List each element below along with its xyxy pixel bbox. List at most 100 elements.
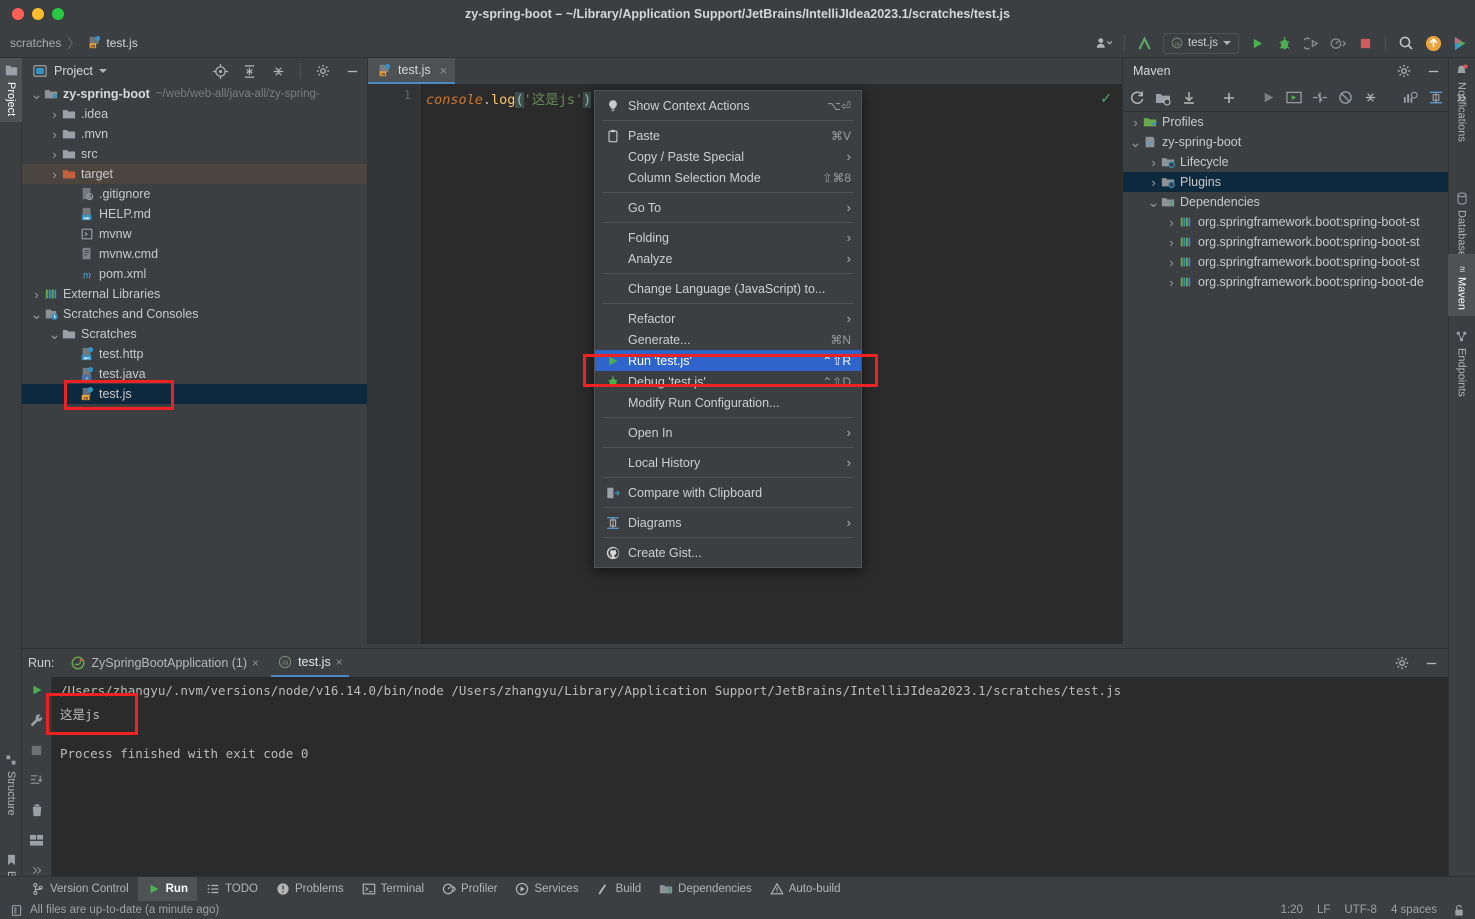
project-tree-row[interactable]: ⌄ Scratches (22, 324, 367, 344)
project-tree-row[interactable]: › .idea (22, 104, 367, 124)
close-icon[interactable]: × (336, 655, 343, 669)
bottom-bar-button-build[interactable]: Build (588, 877, 651, 902)
tree-expand-arrow[interactable]: › (1165, 236, 1178, 249)
stop-button[interactable] (1356, 34, 1374, 52)
project-tree-row[interactable]: ⌄ Scratches and Consoles (22, 304, 367, 324)
maven-tree-row[interactable]: ⌄ Dependencies (1123, 192, 1448, 212)
menu-item-compare-with-clipboard[interactable]: Compare with Clipboard (595, 482, 861, 503)
stripe-button-structure[interactable]: Structure (0, 748, 22, 822)
menu-item-paste[interactable]: Paste ⌘V (595, 125, 861, 146)
show-diagram-icon[interactable] (1428, 89, 1444, 107)
hide-panel-icon[interactable] (1422, 654, 1440, 672)
run-button[interactable] (1248, 34, 1266, 52)
user-accounts-icon[interactable] (1095, 34, 1113, 52)
gear-icon[interactable] (1395, 62, 1413, 80)
tree-expand-arrow[interactable]: ⌄ (1147, 195, 1160, 209)
menu-item-column-selection-mode[interactable]: Column Selection Mode ⇧⌘8 (595, 167, 861, 188)
maximize-window-button[interactable] (52, 8, 64, 20)
soft-wrap-icon[interactable] (28, 771, 46, 789)
menu-item-go-to[interactable]: Go To › (595, 197, 861, 218)
tree-expand-arrow[interactable]: ⌄ (1129, 135, 1142, 149)
file-encoding[interactable]: UTF-8 (1344, 904, 1377, 916)
rerun-icon[interactable] (28, 681, 46, 699)
bottom-bar-button-dependencies[interactable]: Dependencies (650, 877, 761, 902)
trash-icon[interactable] (28, 801, 46, 819)
run-configuration-selector[interactable]: JS test.js (1162, 32, 1239, 54)
tree-expand-arrow[interactable]: · (66, 368, 79, 381)
show-dependencies-icon[interactable] (1402, 89, 1418, 107)
gear-icon[interactable] (314, 62, 332, 80)
close-window-button[interactable] (12, 8, 24, 20)
tree-expand-arrow[interactable]: › (1165, 256, 1178, 269)
tree-expand-arrow[interactable]: · (66, 348, 79, 361)
stripe-button-database[interactable]: Database (1448, 186, 1475, 263)
run-with-coverage-button[interactable] (1302, 34, 1320, 52)
stripe-button-project[interactable]: Project (0, 58, 22, 123)
menu-item-folding[interactable]: Folding › (595, 227, 861, 248)
breadcrumb[interactable]: scratches 〉 JS test.js (0, 33, 138, 52)
close-icon[interactable]: × (440, 63, 448, 78)
bottom-bar-button-profiler[interactable]: Profiler (433, 877, 506, 902)
maven-tree-row[interactable]: › Profiles (1123, 112, 1448, 132)
tree-expand-arrow[interactable]: › (48, 128, 61, 141)
bottom-bar-button-auto-build[interactable]: Auto-build (761, 877, 850, 902)
tree-expand-arrow[interactable]: · (66, 188, 79, 201)
maven-tree-row[interactable]: ⌄ m zy-spring-boot (1123, 132, 1448, 152)
menu-item-diagrams[interactable]: Diagrams › (595, 512, 861, 533)
project-tree-row[interactable]: · Jtest.java (22, 364, 367, 384)
tree-expand-arrow[interactable]: › (1147, 176, 1160, 189)
stripe-button-maven[interactable]: m Maven (1448, 254, 1475, 317)
toggle-skip-tests-icon[interactable] (1312, 89, 1328, 107)
run-icon[interactable] (1261, 89, 1276, 107)
ai-assistant-icon[interactable] (1451, 34, 1469, 52)
reload-icon[interactable] (1129, 89, 1145, 107)
maven-tree-row[interactable]: › Plugins (1123, 172, 1448, 192)
line-separator[interactable]: LF (1317, 904, 1330, 916)
maven-tree-row[interactable]: › org.springframework.boot:spring-boot-st (1123, 212, 1448, 232)
menu-item-generate[interactable]: Generate... ⌘N (595, 329, 861, 350)
menu-item-modify-run-configuration[interactable]: Modify Run Configuration... (595, 392, 861, 413)
tree-expand-arrow[interactable]: · (66, 228, 79, 241)
tree-expand-arrow[interactable]: › (1165, 276, 1178, 289)
editor-gutter[interactable]: 1 (368, 84, 420, 644)
debug-button[interactable] (1275, 34, 1293, 52)
project-tree-row[interactable]: · mvnw (22, 224, 367, 244)
bottom-tool-window-bar[interactable]: Version Control Run TODO Problems Terminal Pr… (0, 876, 1475, 902)
bottom-bar-button-terminal[interactable]: Terminal (353, 877, 433, 902)
maven-tree-row[interactable]: › org.springframework.boot:spring-boot-st (1123, 232, 1448, 252)
run-tab[interactable]: ZySpringBootApplication (1) × (64, 649, 265, 677)
menu-item-show-context-actions[interactable]: Show Context Actions ⌥⏎ (595, 95, 861, 116)
gear-icon[interactable] (1393, 654, 1411, 672)
toggle-offline-icon[interactable] (1338, 89, 1353, 107)
editor-context-menu[interactable]: Show Context Actions ⌥⏎ Paste ⌘V Copy / Past… (594, 90, 862, 568)
stop-icon[interactable] (28, 741, 46, 759)
bottom-bar-button-problems[interactable]: Problems (267, 877, 353, 902)
maven-tree-row[interactable]: › Lifecycle (1123, 152, 1448, 172)
project-tree-row[interactable]: › src (22, 144, 367, 164)
bottom-bar-button-run[interactable]: Run (137, 876, 197, 902)
updates-icon[interactable] (1136, 34, 1154, 52)
editor-tab-test-js[interactable]: JS test.js × (368, 58, 456, 84)
window-controls[interactable] (0, 8, 64, 20)
hide-panel-icon[interactable] (1424, 62, 1442, 80)
bottom-bar-button-todo[interactable]: TODO (197, 877, 267, 902)
menu-item-refactor[interactable]: Refactor › (595, 308, 861, 329)
stripe-button-endpoints[interactable]: Endpoints (1448, 324, 1475, 403)
indent-setting[interactable]: 4 spaces (1391, 904, 1437, 916)
run-tabs[interactable]: ZySpringBootApplication (1) × JS test.js × (64, 649, 349, 677)
expand-all-icon[interactable] (240, 62, 258, 80)
search-everywhere-icon[interactable] (1397, 34, 1415, 52)
more-icon[interactable] (1454, 89, 1468, 107)
tree-expand-arrow[interactable]: · (66, 388, 79, 401)
read-only-toggle-icon[interactable] (1451, 902, 1467, 918)
menu-item-open-in[interactable]: Open In › (595, 422, 861, 443)
run-console-output[interactable]: /Users/zhangyu/.nvm/versions/node/v16.14… (52, 677, 1448, 886)
menu-item-copy-paste-special[interactable]: Copy / Paste Special › (595, 146, 861, 167)
layout-icon[interactable] (28, 831, 46, 849)
tree-expand-arrow[interactable]: › (48, 168, 61, 181)
menu-item-run-test-js[interactable]: Run 'test.js' ⌃⇧R (595, 350, 861, 371)
breadcrumb-file[interactable]: JS test.js (86, 35, 138, 51)
bottom-bar-button-version-control[interactable]: Version Control (22, 877, 138, 902)
add-maven-project-icon[interactable] (1155, 89, 1171, 107)
maven-tree[interactable]: › Profiles ⌄ m zy-spring-boot › Lifecycle › Plug… (1123, 112, 1448, 644)
